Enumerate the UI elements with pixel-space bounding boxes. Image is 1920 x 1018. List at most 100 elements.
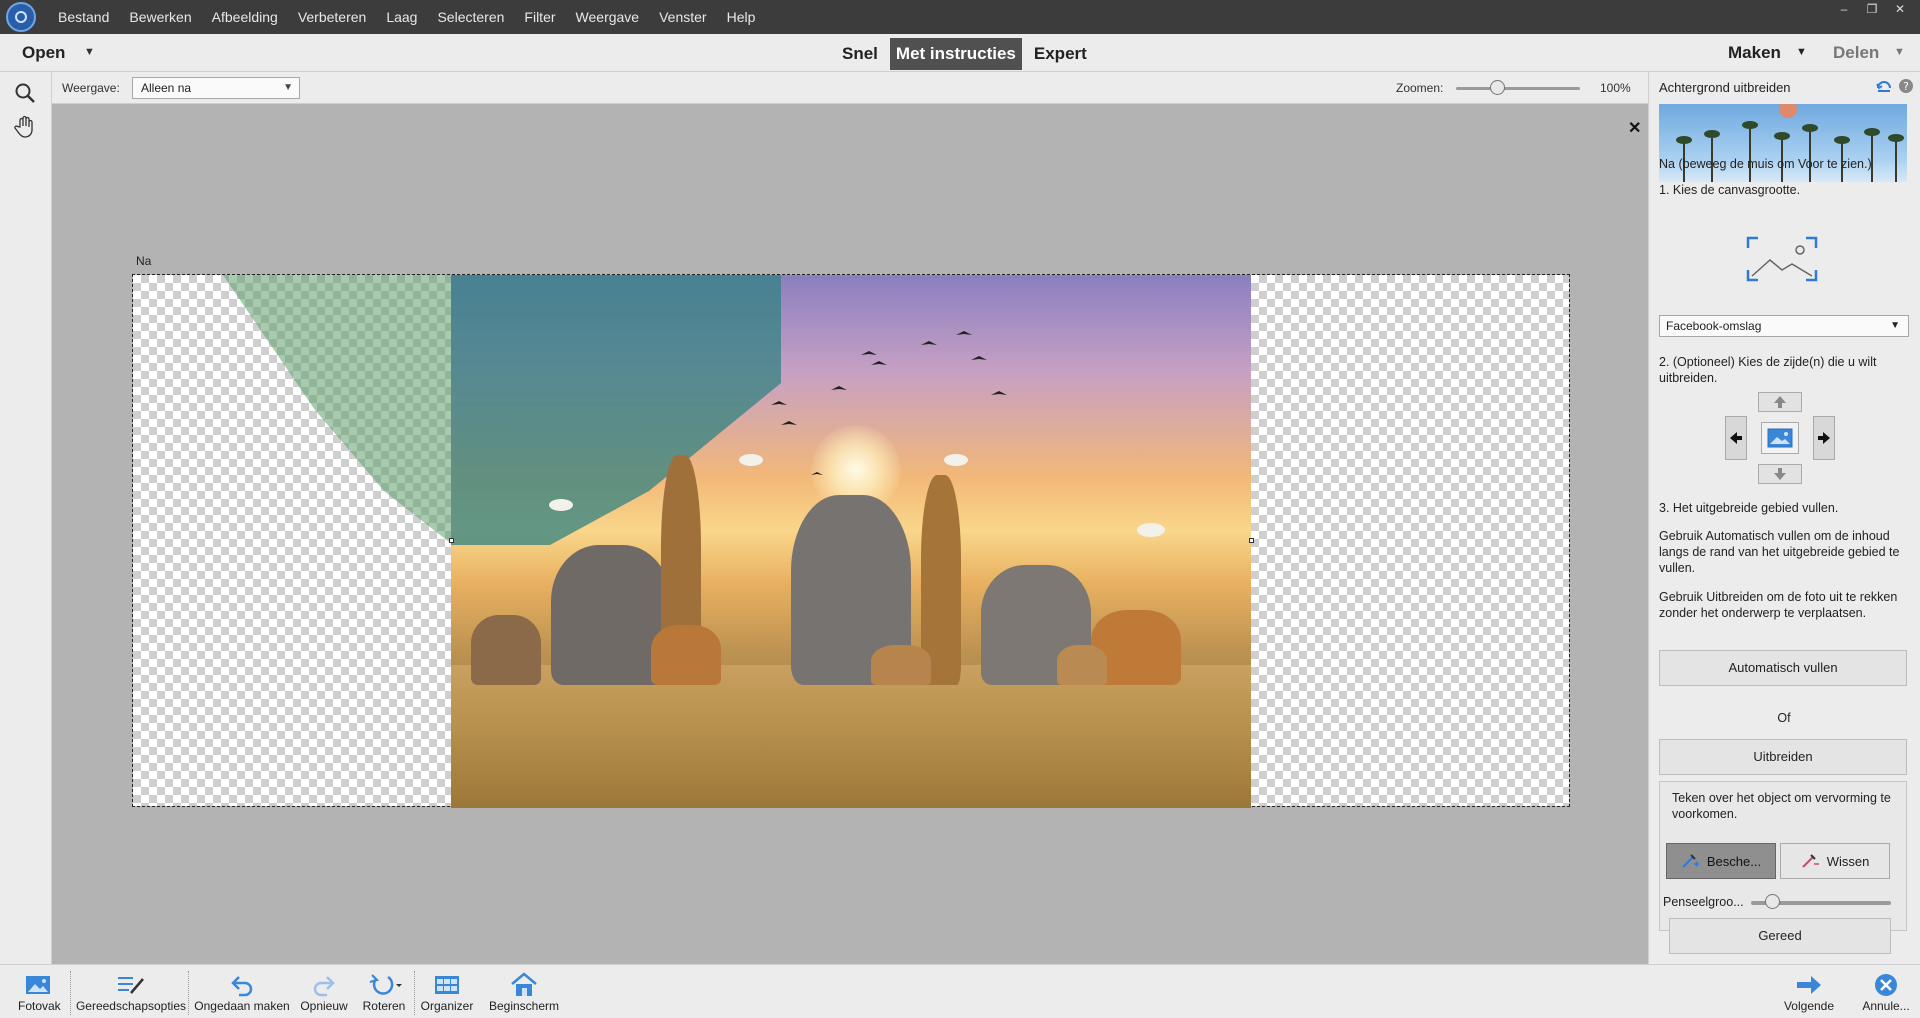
zoom-slider-handle[interactable] — [1489, 80, 1505, 95]
step-2-label: 2. (Optioneel) Kies de zijde(n) die u wi… — [1659, 355, 1877, 385]
mode-bar: Open ▼ Snel Met instructies Expert Maken… — [0, 34, 1920, 72]
thumb-caption: Na (beweeg de muis om Voor te zien.) — [1659, 157, 1872, 171]
redo-label: Opnieuw — [300, 999, 348, 1013]
hand-tool-icon[interactable] — [10, 112, 40, 142]
chevron-down-icon: ▼ — [283, 82, 293, 93]
draw-hint: Teken over het object om vervorming te v… — [1672, 791, 1891, 821]
minimize-icon[interactable]: – — [1832, 0, 1856, 18]
cancel-label: Annule... — [1862, 999, 1910, 1013]
tool-options-label: Gereedschapsopties — [75, 999, 187, 1013]
mode-tabs: Snel Met instructies Expert — [836, 38, 1093, 70]
maken-dropdown-icon[interactable]: ▼ — [1796, 46, 1807, 58]
canvas-size-select[interactable]: Facebook-omslag ▼ — [1659, 315, 1909, 337]
weergave-select[interactable]: Alleen na ▼ — [132, 77, 300, 99]
chevron-down-icon: ▼ — [1890, 320, 1900, 331]
menu-weergave[interactable]: Weergave — [566, 0, 650, 34]
open-button[interactable]: Open — [22, 43, 65, 63]
delen-dropdown-icon[interactable]: ▼ — [1894, 46, 1905, 58]
home-icon — [511, 972, 537, 996]
extend-description: Gebruik Uitbreiden om de foto uit te rek… — [1659, 590, 1898, 620]
svg-text:?: ? — [1903, 80, 1909, 93]
menu-filter[interactable]: Filter — [514, 0, 565, 34]
extend-button[interactable]: Uitbreiden — [1659, 739, 1907, 775]
maken-button[interactable]: Maken — [1728, 43, 1781, 63]
erase-brush-icon — [1801, 854, 1819, 868]
menu-afbeelding[interactable]: Afbeelding — [202, 0, 288, 34]
arrow-right-icon — [1797, 976, 1821, 994]
redo-button[interactable]: Opnieuw — [298, 971, 350, 1013]
erase-brush-button[interactable]: Wissen — [1780, 843, 1890, 879]
resize-handle-right[interactable] — [1249, 538, 1254, 543]
fotovak-button[interactable]: Fotovak — [18, 971, 61, 1013]
safari-photo — [451, 275, 1251, 808]
zoom-slider-track[interactable] — [1456, 87, 1580, 90]
arrow-down-icon — [1774, 468, 1786, 480]
undo-button[interactable]: Ongedaan maken — [192, 971, 292, 1013]
app-logo-icon[interactable] — [6, 2, 36, 32]
weergave-value: Alleen na — [141, 81, 192, 95]
rotate-button[interactable]: Roteren — [360, 971, 408, 1013]
tool-bar — [0, 72, 52, 964]
bottom-bar: Fotovak Gereedschapsopties Ongedaan make… — [0, 964, 1920, 1018]
zoom-value: 100% — [1600, 81, 1631, 95]
view-label: Na — [136, 254, 152, 268]
menu-laag[interactable]: Laag — [376, 0, 427, 34]
rotate-label: Roteren — [362, 999, 406, 1013]
guided-panel: Achtergrond uitbreiden ? Na (beweeg de m… — [1648, 72, 1920, 964]
restore-icon[interactable]: ❐ — [1860, 0, 1884, 18]
tab-expert[interactable]: Expert — [1028, 38, 1093, 70]
panel-title: Achtergrond uitbreiden — [1659, 80, 1791, 95]
menu-bestand[interactable]: Bestand — [48, 0, 119, 34]
extend-left-button[interactable] — [1725, 416, 1747, 460]
home-label: Beginscherm — [488, 999, 560, 1013]
organizer-button[interactable]: Organizer — [418, 971, 476, 1013]
menu-selecteren[interactable]: Selecteren — [427, 0, 514, 34]
redo-icon — [313, 976, 335, 997]
step-3-label: 3. Het uitgebreide gebied vullen. — [1659, 501, 1839, 515]
menu-help[interactable]: Help — [717, 0, 766, 34]
next-label: Volgende — [1783, 999, 1835, 1013]
balloon-shape — [1779, 104, 1797, 118]
delen-button[interactable]: Delen — [1833, 43, 1879, 63]
document-canvas[interactable] — [132, 274, 1570, 808]
menu-venster[interactable]: Venster — [649, 0, 716, 34]
tab-met-instructies[interactable]: Met instructies — [889, 38, 1022, 70]
cancel-icon — [1875, 974, 1897, 996]
organizer-icon — [435, 976, 459, 994]
open-dropdown-icon[interactable]: ▼ — [84, 46, 95, 58]
close-canvas-icon[interactable]: ✕ — [1628, 118, 1641, 138]
step-1-label: 1. Kies de canvasgrootte. — [1659, 183, 1801, 197]
cancel-button[interactable]: Annule... — [1858, 971, 1914, 1013]
protect-brush-button[interactable]: Besche... — [1666, 843, 1776, 879]
home-button[interactable]: Beginscherm — [486, 971, 562, 1013]
zoom-label: Zoomen: — [1396, 81, 1444, 95]
undo-icon — [231, 976, 253, 997]
extend-right-button[interactable] — [1813, 416, 1835, 460]
extend-bottom-button[interactable] — [1758, 464, 1802, 484]
done-button[interactable]: Gereed — [1669, 918, 1891, 954]
next-button[interactable]: Volgende — [1780, 971, 1838, 1013]
resize-handle-left[interactable] — [449, 538, 454, 543]
zoom-tool-icon[interactable] — [10, 78, 40, 108]
canvas-size-icon[interactable] — [1746, 236, 1818, 282]
protect-brush-label: Besche... — [1706, 853, 1762, 869]
organizer-label: Organizer — [420, 999, 474, 1013]
reset-icon[interactable] — [1876, 78, 1892, 94]
protect-brush-icon — [1682, 854, 1699, 868]
canvas-area[interactable]: ✕ Na — [52, 104, 1648, 964]
flying-birds — [549, 331, 1165, 537]
transparent-area-right — [1251, 275, 1569, 806]
help-icon[interactable]: ? — [1898, 78, 1914, 94]
auto-fill-button[interactable]: Automatisch vullen — [1659, 650, 1907, 686]
arrow-up-icon — [1774, 396, 1786, 408]
image-center-icon — [1761, 422, 1799, 454]
canvas-size-value: Facebook-omslag — [1666, 319, 1762, 333]
menu-bewerken[interactable]: Bewerken — [119, 0, 201, 34]
menu-verbeteren[interactable]: Verbeteren — [288, 0, 377, 34]
photo-bin-icon — [26, 976, 50, 994]
brush-size-slider-handle[interactable] — [1765, 894, 1780, 909]
close-window-icon[interactable]: ✕ — [1888, 0, 1912, 18]
tab-snel[interactable]: Snel — [836, 38, 884, 70]
extend-top-button[interactable] — [1758, 392, 1802, 412]
tool-options-button[interactable]: Gereedschapsopties — [72, 971, 190, 1013]
